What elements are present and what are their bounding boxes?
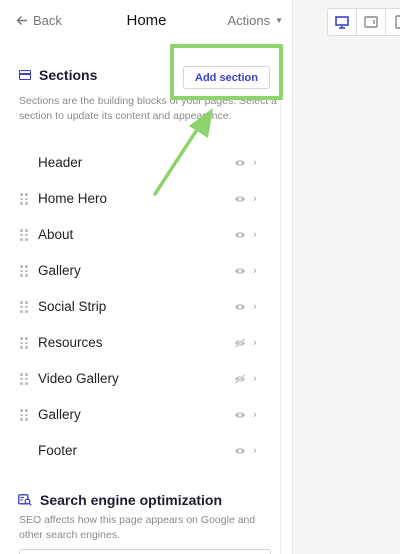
drag-handle-icon[interactable] bbox=[20, 301, 28, 313]
section-row-label: Header bbox=[38, 155, 83, 170]
chevron-right-icon: › bbox=[253, 193, 257, 205]
eye-icon[interactable] bbox=[234, 230, 246, 240]
chevron-right-icon: › bbox=[253, 229, 257, 241]
actions-menu[interactable]: Actions ▼ bbox=[227, 13, 283, 28]
chevron-right-icon: › bbox=[253, 337, 257, 349]
caret-down-icon: ▼ bbox=[275, 16, 283, 25]
section-row[interactable]: Resources › bbox=[0, 325, 293, 361]
eye-icon[interactable] bbox=[234, 194, 246, 204]
mobile-view-button[interactable] bbox=[385, 8, 400, 36]
section-row[interactable]: Header › bbox=[0, 145, 293, 181]
sidebar-topbar: Back Home Actions ▼ bbox=[0, 0, 293, 44]
section-row-label: About bbox=[38, 227, 74, 242]
section-row-label: Footer bbox=[38, 443, 78, 458]
drag-handle-icon[interactable] bbox=[20, 409, 28, 421]
seo-heading-label: Search engine optimization bbox=[40, 492, 223, 508]
device-toggle bbox=[327, 8, 400, 36]
section-row-label: Resources bbox=[38, 335, 103, 350]
section-row[interactable]: Social Strip › bbox=[0, 289, 293, 325]
add-section-button[interactable]: Add section bbox=[183, 66, 270, 89]
section-row[interactable]: Gallery › bbox=[0, 253, 293, 289]
chevron-right-icon: › bbox=[253, 157, 257, 169]
section-row-label: Gallery bbox=[38, 407, 81, 422]
chevron-right-icon: › bbox=[253, 373, 257, 385]
drag-handle-icon[interactable] bbox=[20, 193, 28, 205]
sections-heading-label: Sections bbox=[39, 67, 98, 83]
desktop-icon bbox=[335, 15, 349, 29]
chevron-right-icon: › bbox=[253, 409, 257, 421]
seo-field[interactable] bbox=[19, 549, 271, 554]
seo-description: SEO affects how this page appears on Goo… bbox=[19, 514, 256, 541]
drag-handle-icon[interactable] bbox=[20, 337, 28, 349]
section-row[interactable]: Gallery › bbox=[0, 397, 293, 433]
eye-off-icon[interactable] bbox=[234, 374, 246, 384]
eye-icon[interactable] bbox=[234, 446, 246, 456]
tablet-icon bbox=[364, 16, 378, 28]
section-row-label: Gallery bbox=[38, 263, 81, 278]
section-row[interactable]: Footer › bbox=[0, 433, 293, 469]
section-row[interactable]: Home Hero › bbox=[0, 181, 293, 217]
eye-off-icon[interactable] bbox=[234, 338, 246, 348]
eye-icon[interactable] bbox=[234, 158, 246, 168]
mobile-icon bbox=[395, 15, 400, 29]
chevron-right-icon: › bbox=[253, 265, 257, 277]
drag-handle-icon[interactable] bbox=[20, 265, 28, 277]
seo-heading: Search engine optimization bbox=[18, 492, 222, 508]
drag-handle-icon[interactable] bbox=[20, 373, 28, 385]
section-row-label: Home Hero bbox=[38, 191, 108, 206]
sections-description: Sections are the building blocks of your… bbox=[19, 95, 277, 122]
sections-heading: Sections bbox=[19, 67, 97, 83]
section-row-label: Video Gallery bbox=[38, 371, 119, 386]
sections-icon bbox=[19, 70, 31, 80]
chevron-right-icon: › bbox=[253, 445, 257, 457]
chevron-right-icon: › bbox=[253, 301, 257, 313]
section-row-label: Social Strip bbox=[38, 299, 107, 314]
sections-sidebar: Back Home Actions ▼ Sections Add section… bbox=[0, 0, 293, 554]
eye-icon[interactable] bbox=[234, 410, 246, 420]
section-row[interactable]: Video Gallery › bbox=[0, 361, 293, 397]
desktop-view-button[interactable] bbox=[327, 8, 357, 36]
actions-label: Actions bbox=[227, 13, 271, 28]
seo-search-icon bbox=[18, 494, 32, 506]
eye-icon[interactable] bbox=[234, 302, 246, 312]
eye-icon[interactable] bbox=[234, 266, 246, 276]
drag-handle-icon[interactable] bbox=[20, 229, 28, 241]
tablet-view-button[interactable] bbox=[356, 8, 386, 36]
section-row[interactable]: About › bbox=[0, 217, 293, 253]
